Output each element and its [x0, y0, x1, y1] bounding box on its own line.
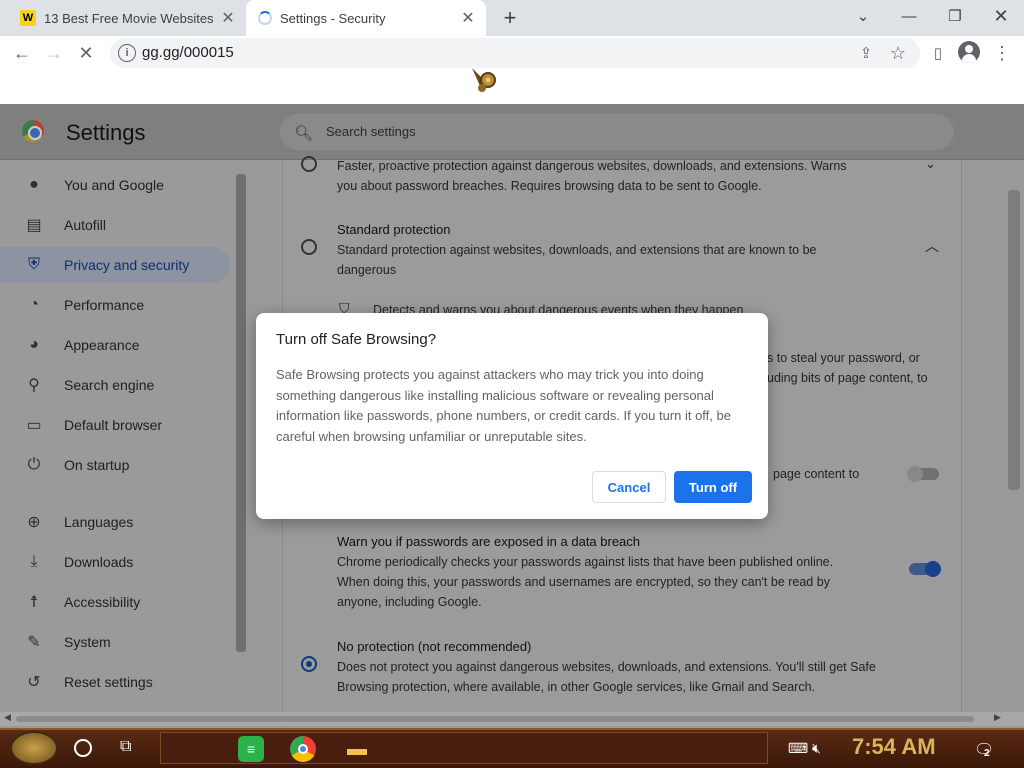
- warn-desc-line-3: anyone, including Google.: [337, 595, 482, 609]
- no-protection-title: No protection (not recommended): [337, 639, 532, 654]
- expand-chevron-up-icon[interactable]: ︿: [925, 236, 939, 256]
- wrench-icon: ✎: [27, 634, 41, 651]
- tab-title: 13 Best Free Movie Websites O: [44, 10, 216, 26]
- palette-icon: ◕: [29, 336, 39, 353]
- task-view-icon[interactable]: ⧉: [120, 738, 131, 756]
- sidebar-item-accessibility[interactable]: ☨ Accessibility: [0, 584, 230, 620]
- sidebar-item-autofill[interactable]: ▤ Autofill: [0, 207, 230, 243]
- sidebar-item-on-startup[interactable]: ⏻ On startup: [0, 447, 230, 483]
- sidebar-scrollbar[interactable]: [236, 174, 246, 652]
- sidebar-item-default-browser[interactable]: ▭ Default browser: [0, 407, 230, 443]
- close-tab-icon[interactable]: ✕: [216, 6, 240, 30]
- no-protection-desc-line-2: Browsing protection, where available, in…: [337, 680, 816, 694]
- chrome-taskbar-icon[interactable]: [290, 736, 316, 762]
- search-icon: ⚲: [28, 377, 40, 394]
- sidebar-item-you-and-google[interactable]: ● You and Google: [0, 167, 230, 203]
- gauge-icon: ◔: [29, 296, 39, 313]
- loading-spinner-icon: [258, 11, 272, 25]
- tab-search-chevron-icon[interactable]: ⌄: [840, 0, 886, 32]
- cortana-icon[interactable]: [74, 739, 92, 757]
- url-text: gg.gg/000015: [142, 44, 234, 61]
- site-info-icon[interactable]: i: [118, 44, 136, 62]
- bookmark-star-icon[interactable]: ☆: [884, 39, 912, 67]
- file-explorer-icon[interactable]: ▬: [344, 736, 370, 762]
- tab-movie-websites[interactable]: W 13 Best Free Movie Websites O ✕: [8, 0, 246, 36]
- menu-dots-icon[interactable]: ⋮: [988, 39, 1016, 67]
- sidebar-item-system[interactable]: ✎ System: [0, 624, 230, 660]
- sidebar-item-performance[interactable]: ◔ Performance: [0, 287, 230, 323]
- browser-icon: ▭: [26, 417, 42, 434]
- shield-icon: ⛨: [27, 256, 40, 273]
- forward-arrow-icon[interactable]: →: [40, 39, 68, 67]
- minimize-button[interactable]: —: [886, 0, 932, 32]
- sidebar-item-languages[interactable]: ⊕ Languages: [0, 504, 230, 540]
- tab-title: Settings - Security: [280, 10, 386, 26]
- turn-off-button[interactable]: Turn off: [674, 471, 752, 503]
- standard-protection-title: Standard protection: [337, 222, 451, 237]
- back-arrow-icon[interactable]: ←: [8, 39, 36, 67]
- warn-desc-line-2: When doing this, your passwords and user…: [337, 575, 830, 589]
- profile-avatar[interactable]: [958, 41, 980, 63]
- scroll-right-arrow-icon[interactable]: ▶: [994, 712, 1001, 723]
- close-window-button[interactable]: ✕: [978, 0, 1024, 32]
- accessibility-icon: ☨: [29, 594, 39, 611]
- search-placeholder: Search settings: [326, 124, 416, 139]
- start-button[interactable]: [10, 731, 58, 765]
- settings-sidebar: ● You and Google ▤ Autofill ⛨ Privacy and s…: [0, 160, 252, 728]
- radio-enhanced-protection[interactable]: [301, 156, 317, 172]
- toggle-knob: [925, 561, 941, 577]
- collapse-chevron-icon[interactable]: ⌄: [925, 156, 936, 172]
- side-panel-icon[interactable]: ▯: [924, 39, 952, 67]
- clipboard-icon: ▤: [26, 217, 42, 234]
- warn-passwords-title: Warn you if passwords are exposed in a d…: [337, 534, 641, 549]
- cancel-button[interactable]: Cancel: [592, 471, 666, 503]
- globe-icon: ⊕: [27, 514, 41, 531]
- volume-muted-icon[interactable]: 🔇︎: [812, 740, 821, 757]
- standard-desc-line-1: Standard protection against websites, do…: [337, 243, 817, 257]
- standard-desc-line-2: dangerous: [337, 263, 397, 277]
- network-icon[interactable]: ⌨: [788, 740, 808, 757]
- notes-app-icon[interactable]: ≡: [238, 736, 264, 762]
- notification-count-badge: 2: [984, 748, 990, 759]
- stop-loading-icon[interactable]: ✕: [72, 39, 100, 67]
- radio-no-protection[interactable]: [301, 656, 317, 672]
- reset-icon: ↺: [27, 674, 41, 691]
- steampunk-cursor-icon: [470, 66, 500, 94]
- chrome-logo-icon: [22, 120, 44, 142]
- sidebar-item-search-engine[interactable]: ⚲ Search engine: [0, 367, 230, 403]
- download-icon: ⤓: [30, 553, 38, 570]
- sidebar-item-appearance[interactable]: ◕ Appearance: [0, 327, 230, 363]
- warn-desc-line-1: Chrome periodically checks your password…: [337, 555, 834, 569]
- page-title: Settings: [66, 120, 146, 145]
- restore-button[interactable]: ❐: [932, 0, 978, 32]
- dialog-body: Safe Browsing protects you against attac…: [276, 367, 731, 444]
- tab-settings-security[interactable]: Settings - Security ✕: [246, 0, 486, 36]
- radio-standard-protection[interactable]: [301, 239, 317, 255]
- share-icon[interactable]: ⇪: [852, 39, 880, 67]
- site-favicon-icon: W: [20, 10, 36, 26]
- new-tab-button[interactable]: +: [496, 4, 524, 32]
- dialog-title: Turn off Safe Browsing?: [276, 331, 437, 348]
- sidebar-item-reset-settings[interactable]: ↺ Reset settings: [0, 664, 230, 700]
- scroll-left-arrow-icon[interactable]: ◀: [4, 712, 11, 723]
- search-icon: 🔍︎: [294, 125, 314, 142]
- page-content-text: page content to: [773, 467, 860, 481]
- page-scrollbar[interactable]: [1008, 190, 1020, 490]
- sidebar-item-downloads[interactable]: ⤓ Downloads: [0, 544, 230, 580]
- enhanced-desc-line-2: you about password breaches. Requires br…: [337, 179, 762, 193]
- enhanced-desc-line-1: Faster, proactive protection against dan…: [337, 159, 847, 173]
- horizontal-scroll-thumb[interactable]: [16, 716, 974, 722]
- no-protection-desc-line-1: Does not protect you against dangerous w…: [337, 660, 876, 674]
- page-content-bits-text: uding bits of page content, to: [767, 371, 928, 385]
- steal-password-text: s to steal your password, or: [767, 351, 920, 365]
- close-tab-icon[interactable]: ✕: [456, 6, 480, 30]
- toggle-knob: [907, 466, 923, 482]
- sidebar-item-privacy-and-security[interactable]: ⛨ Privacy and security: [0, 247, 230, 283]
- person-icon: ●: [29, 176, 39, 193]
- taskbar-clock[interactable]: 7:54 AM: [852, 734, 936, 760]
- power-icon: ⏻: [27, 456, 41, 473]
